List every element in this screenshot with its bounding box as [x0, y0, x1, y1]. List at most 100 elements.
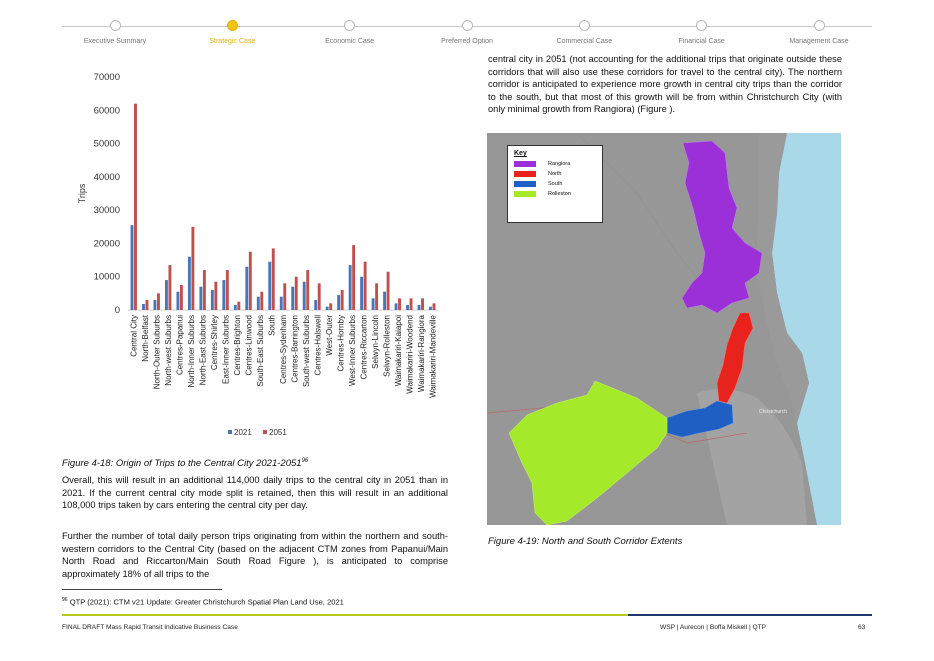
bar-2021 [417, 305, 421, 310]
footer-authors: WSP | Aurecon | Boffa Miskell | QTP [660, 624, 767, 631]
key-swatch-rangiora [514, 161, 536, 167]
figure-4-18-caption: Figure 4-18: Origin of Trips to the Cent… [62, 458, 308, 469]
footnote-ref[interactable]: 96 [302, 458, 309, 464]
figure-4-19-caption: Figure 4-19: North and South Corridor Ex… [488, 536, 683, 547]
bar-2051 [191, 226, 195, 310]
bar-2021 [130, 225, 134, 310]
x-tick-label: West-Inner Suburbs [348, 315, 357, 386]
nav-step-dot [461, 20, 473, 31]
progress-navigation: Executive Summary Strategic Case Economic … [62, 14, 872, 48]
y-axis-title: Trips [77, 183, 87, 203]
x-tick-label: Waimakariri-Rangiora [417, 314, 426, 392]
x-tick-label: Centres-Linwood [245, 315, 254, 375]
nav-step-dot [696, 20, 708, 31]
x-tick-label: Waimakariri-Mandeville [428, 314, 437, 397]
x-tick-label: West-Outer [325, 315, 334, 356]
x-tick-label: Centres-Shirley [210, 315, 219, 370]
key-item-rolleston: Rolleston [514, 191, 596, 197]
bar-2051 [225, 270, 229, 310]
y-tick-label: 30000 [94, 205, 120, 216]
key-swatch-rolleston [514, 191, 536, 197]
nav-step-dot [344, 20, 356, 31]
nav-step-dot [109, 20, 121, 31]
bar-2051 [317, 283, 321, 310]
y-tick-label: 10000 [94, 272, 120, 283]
nav-step-dot [226, 20, 238, 31]
x-tick-label: Centres-Papanui [176, 315, 185, 375]
bar-2051 [237, 301, 241, 310]
bar-2021 [199, 286, 203, 310]
place-label-christchurch: Christchurch [759, 409, 788, 415]
x-tick-label: Waimakariri-Woodend [405, 315, 414, 394]
key-label-rangiora: Rangiora [548, 161, 571, 167]
x-tick-label: Centres-Sydenham [279, 315, 288, 384]
bar-2021 [302, 281, 306, 310]
bar-2021 [210, 290, 214, 310]
bar-2021 [142, 304, 145, 310]
bar-2021 [291, 286, 295, 310]
bar-2051 [386, 271, 390, 310]
bar-2021 [187, 256, 191, 310]
legend-label-2051: 2051 [269, 428, 287, 437]
footer-line-green [62, 614, 628, 616]
legend-swatch-2021 [228, 430, 232, 434]
key-swatch-south [514, 181, 536, 187]
paragraph-further: Further the number of total daily person… [62, 531, 448, 579]
bar-2051 [363, 261, 367, 310]
bar-2051 [260, 291, 264, 310]
x-tick-label: Waimakariri-Kaiapoi [394, 315, 403, 387]
nav-step-dot [813, 20, 825, 31]
x-tick-label: Centres-Hornby [336, 315, 345, 371]
bar-2021 [314, 300, 318, 310]
paragraph-overall: Overall, this will result in an addition… [62, 475, 448, 511]
bar-2021 [222, 280, 226, 310]
y-tick-label: 60000 [94, 105, 120, 116]
bar-2021 [256, 296, 260, 310]
footer-document-title: FINAL DRAFT Mass Rapid Transit Indicativ… [62, 624, 238, 631]
footnote-text: QTP (2021): CTM v21 Update: Greater Chri… [69, 597, 344, 607]
y-tick-label: 50000 [94, 139, 120, 150]
key-swatch-north [514, 171, 536, 177]
figure-4-18-caption-text: Figure 4-18: Origin of Trips to the Cent… [62, 458, 302, 470]
bar-2051 [157, 293, 160, 310]
bar-2021 [360, 276, 364, 310]
bar-2021 [406, 305, 409, 310]
bar-2021 [233, 305, 237, 310]
bar-2051 [421, 298, 424, 310]
bar-2051 [134, 103, 137, 310]
bar-2021 [371, 298, 375, 310]
bar-2051 [409, 298, 413, 310]
bar-2051 [432, 303, 436, 310]
bar-2021 [337, 295, 341, 310]
bar-2021 [325, 306, 329, 310]
footer-line-blue [628, 614, 872, 616]
bar-2051 [329, 303, 333, 310]
chart-svg: 0 10000 20000 30000 40000 50000 60000 70000 Trip… [77, 72, 438, 437]
nav-step-dot [578, 20, 590, 31]
x-tick-label: North-Inner Suburbs [187, 315, 196, 387]
bar-2051 [271, 248, 275, 310]
paragraph-central-city: central city in 2051 (not accounting for… [488, 54, 842, 115]
bar-2021 [268, 261, 272, 310]
y-tick-label: 70000 [94, 72, 120, 83]
bar-2051 [398, 298, 402, 310]
bar-2021 [348, 265, 352, 310]
key-item-rangiora: Rangiora [514, 161, 596, 167]
nav-step-management-case[interactable]: Management Case [749, 14, 889, 45]
bar-2051 [375, 283, 379, 310]
bar-2051 [179, 285, 183, 310]
x-tick-label: North-Outer Suburbs [153, 315, 162, 389]
x-tick-label: Centres-Barrington [290, 315, 299, 383]
bar-2051 [168, 265, 172, 310]
bar-2051 [145, 300, 149, 310]
bar-2051 [248, 251, 252, 310]
x-tick-label: North-west Suburbs [164, 315, 173, 386]
footnote-rule [62, 589, 222, 590]
key-label-north: North [548, 171, 562, 177]
footnote-number: 96 [62, 597, 68, 603]
y-tick-label: 40000 [94, 172, 120, 183]
legend-swatch-2051 [263, 430, 267, 434]
bar-2051 [202, 270, 206, 310]
bar-2021 [245, 266, 249, 310]
bar-2021 [176, 291, 180, 310]
